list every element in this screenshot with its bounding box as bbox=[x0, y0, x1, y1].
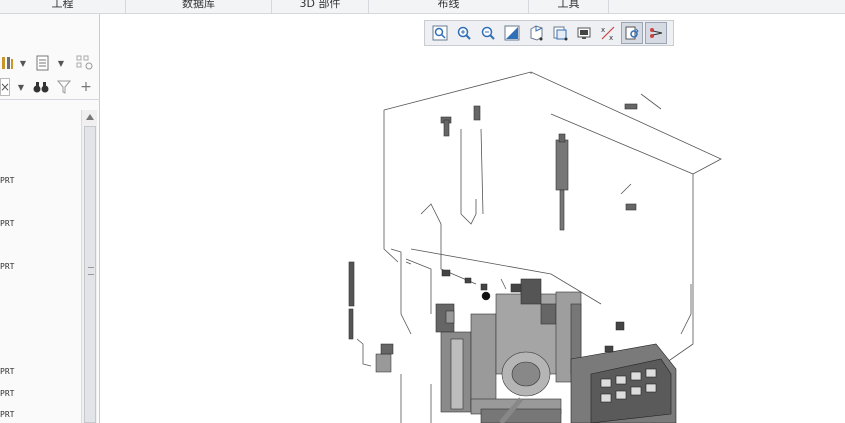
tool-icon[interactable] bbox=[0, 54, 16, 72]
tree-item[interactable]: PRT bbox=[0, 219, 14, 231]
model-tree-search-bar: × ▼ + bbox=[0, 78, 100, 100]
tree-item[interactable]: PRT bbox=[0, 367, 14, 379]
scrollbar-grip bbox=[88, 267, 94, 275]
tree-item[interactable]: PRT bbox=[0, 176, 14, 188]
scroll-up-arrow-icon[interactable] bbox=[82, 110, 98, 124]
ribbon-tab-bar: 工程 数据库 3D 部件 布线 工具 bbox=[0, 0, 845, 14]
tab-database[interactable]: 数据库 bbox=[126, 0, 272, 13]
close-icon[interactable]: × bbox=[0, 78, 10, 96]
tree-scrollbar[interactable] bbox=[81, 110, 97, 423]
tree-item[interactable]: PRT bbox=[0, 410, 14, 422]
binoculars-icon[interactable] bbox=[32, 78, 50, 96]
chevron-down-icon[interactable]: ▼ bbox=[16, 78, 26, 96]
tree-item[interactable]: PRT bbox=[0, 262, 14, 274]
filter-icon[interactable] bbox=[56, 78, 72, 96]
document-list-icon[interactable] bbox=[34, 54, 50, 72]
3d-assembly-model bbox=[348, 71, 722, 423]
chevron-down-icon[interactable]: ▼ bbox=[18, 54, 28, 72]
tab-tools[interactable]: 工具 bbox=[529, 0, 609, 13]
model-tree-toolbar: ▼ ▼ bbox=[0, 54, 100, 78]
tab-engineering[interactable]: 工程 bbox=[0, 0, 126, 13]
scrollbar-thumb[interactable] bbox=[84, 126, 96, 423]
tab-routing[interactable]: 布线 bbox=[369, 0, 529, 13]
settings-grid-icon[interactable] bbox=[74, 54, 96, 72]
chevron-down-icon[interactable]: ▼ bbox=[56, 54, 66, 72]
plus-icon[interactable]: + bbox=[78, 78, 94, 96]
model-tree-panel: ▼ ▼ × ▼ + PRT PRT PRT PRT PRT PRT bbox=[0, 14, 100, 423]
model-tree-list: PRT PRT PRT PRT PRT PRT bbox=[0, 110, 80, 423]
graphics-viewport[interactable] bbox=[101, 14, 845, 423]
tree-item[interactable]: PRT bbox=[0, 389, 14, 401]
tab-3d-parts[interactable]: 3D 部件 bbox=[272, 0, 369, 13]
